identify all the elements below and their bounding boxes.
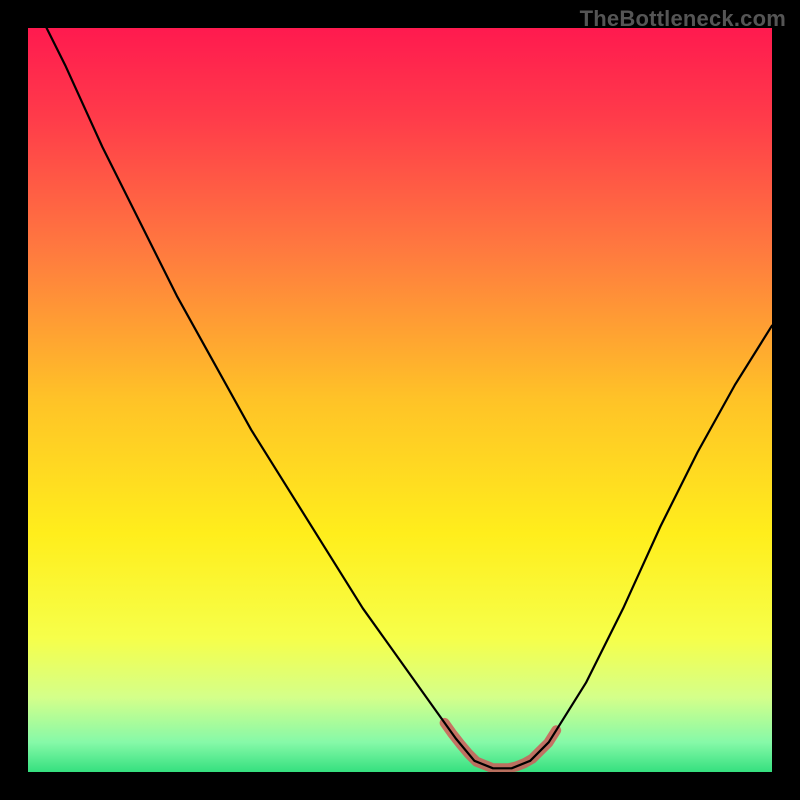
- bottleneck-chart: [28, 28, 772, 772]
- plot-border: [28, 28, 772, 772]
- chart-stage: TheBottleneck.com: [0, 0, 800, 800]
- watermark-text: TheBottleneck.com: [580, 6, 786, 32]
